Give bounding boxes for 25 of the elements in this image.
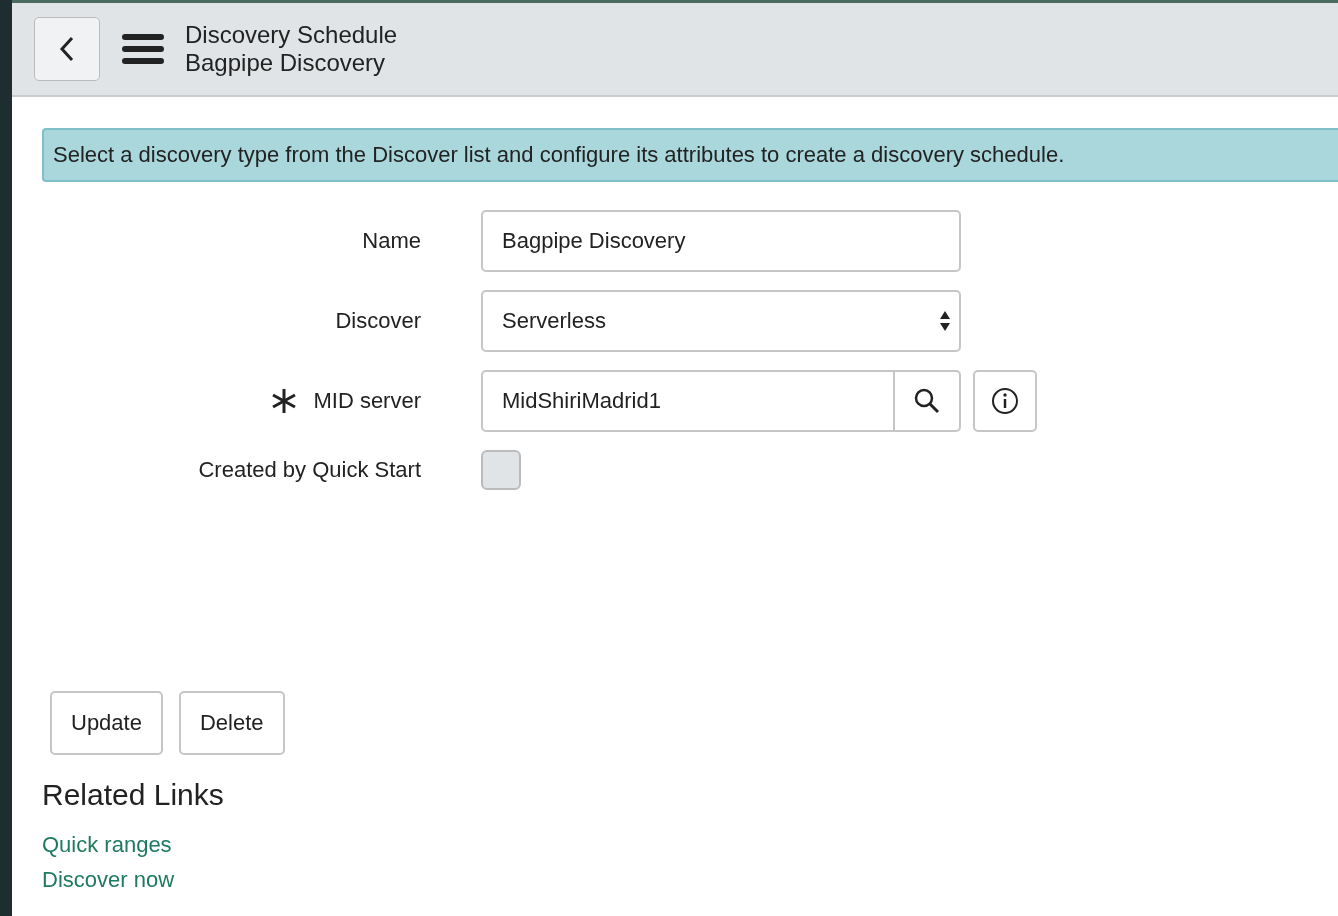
related-link[interactable]: Quick ranges — [42, 827, 172, 862]
field-label: MID server — [313, 388, 421, 414]
checkbox[interactable] — [481, 450, 521, 490]
required-icon — [271, 388, 298, 414]
related-link[interactable]: Discover now — [42, 862, 175, 897]
menu-icon[interactable] — [122, 32, 164, 66]
search-button[interactable] — [895, 370, 961, 432]
discover-select[interactable]: Serverless — [481, 290, 961, 352]
header-subtitle: Bagpipe Discovery — [185, 49, 387, 77]
field-label: Name — [362, 228, 421, 254]
form-button[interactable]: Update — [50, 691, 163, 755]
info-icon — [991, 387, 1019, 415]
back-icon — [58, 35, 76, 63]
back-button[interactable] — [34, 17, 100, 81]
field-label: Discover — [335, 308, 421, 334]
header-title: Discovery Schedule — [185, 21, 398, 49]
related-links-heading: Related Links — [42, 777, 224, 813]
field-label: Created by Quick Start — [198, 457, 421, 483]
form-button[interactable]: Delete — [178, 691, 285, 755]
mid-server-input-field[interactable]: MidShiriMadrid1 — [481, 370, 895, 432]
sort-arrows-icon — [939, 309, 951, 333]
info-button[interactable] — [973, 370, 1037, 432]
name-input-field[interactable]: Bagpipe Discovery — [481, 210, 961, 272]
search-icon — [913, 387, 941, 415]
info-message: Select a discovery type from the Discover list and configure its attributes to create a discovery schedule. — [42, 128, 1338, 182]
